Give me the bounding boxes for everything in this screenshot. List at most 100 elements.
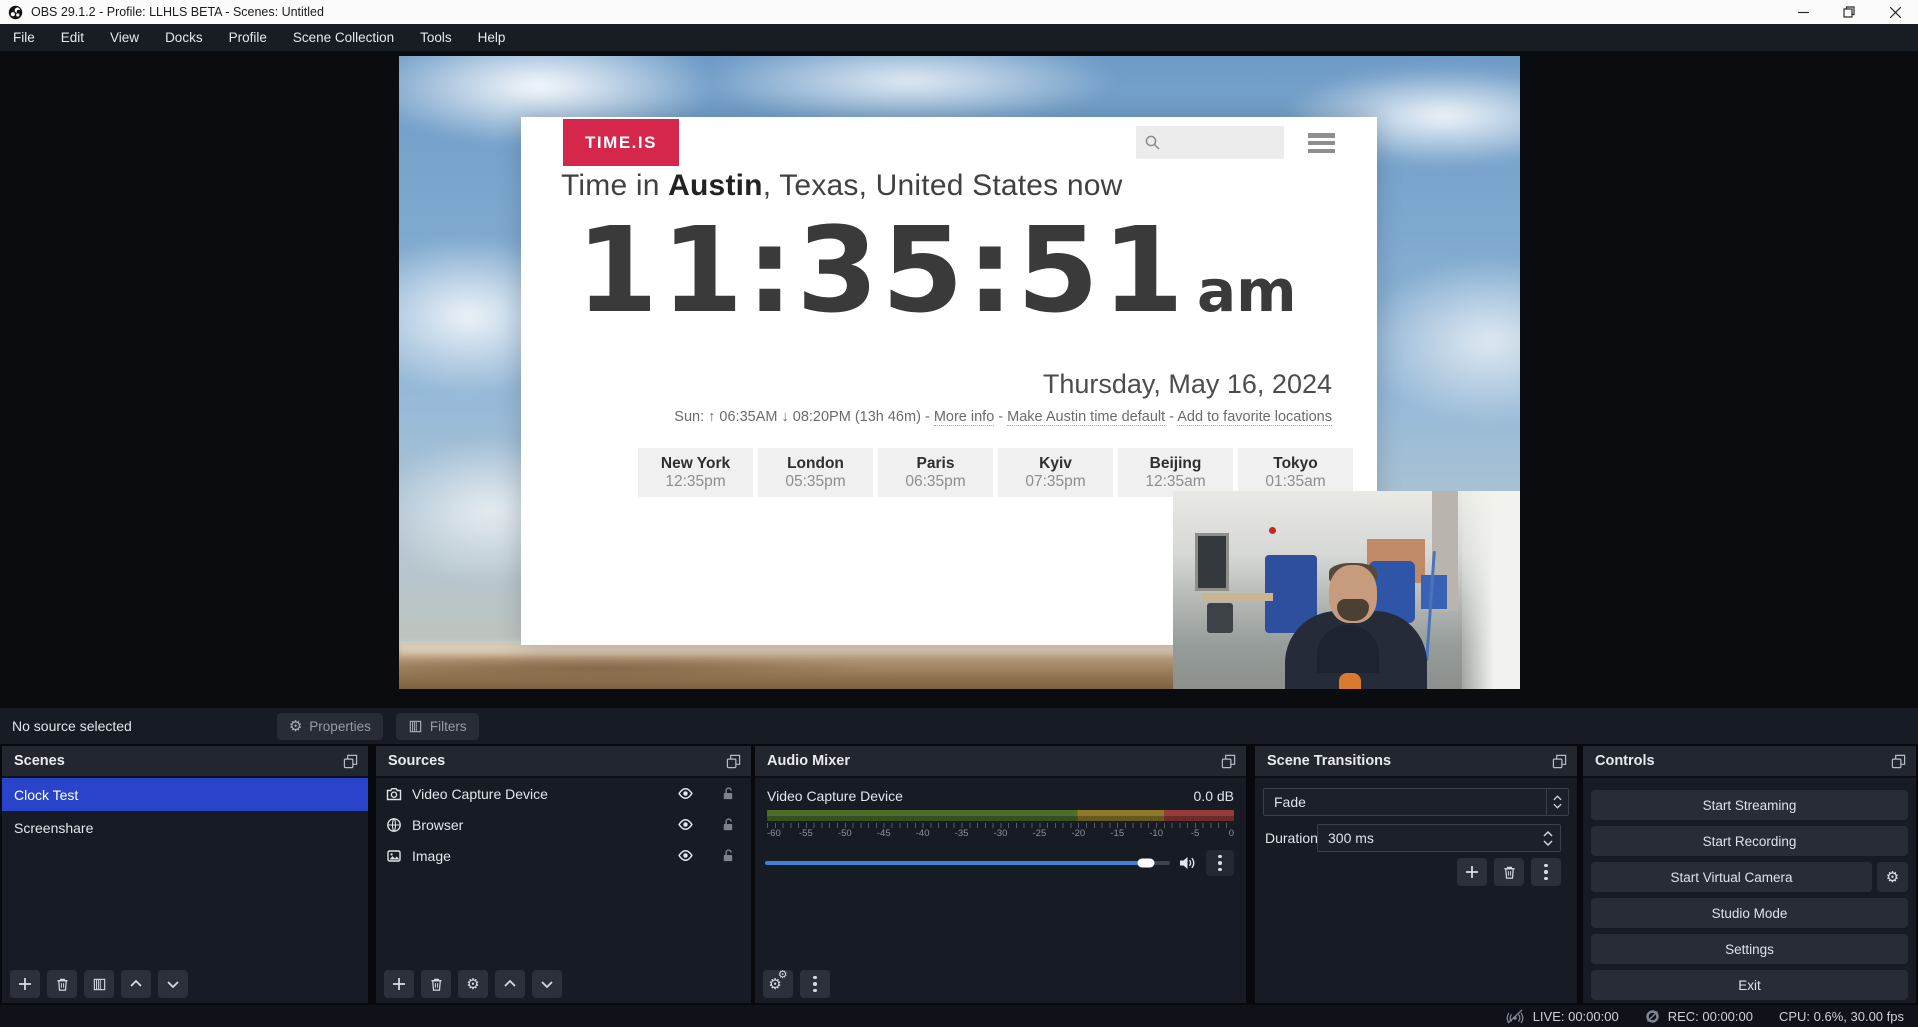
start-streaming-button[interactable]: Start Streaming [1591, 790, 1908, 820]
webcam-person-shirt-logo [1339, 673, 1361, 689]
webcam-decor [1195, 533, 1229, 591]
volume-slider[interactable] [765, 861, 1170, 865]
controls-buttons: Start Streaming Start Recording Start Vi… [1591, 790, 1908, 1000]
popout-icon[interactable] [1891, 754, 1906, 769]
cpu-fps-text: CPU: 0.6%, 30.00 fps [1779, 1009, 1904, 1024]
status-bar: LIVE: 00:00:00 REC: 00:00:00 CPU: 0.6%, … [0, 1005, 1918, 1027]
start-virtual-camera-button[interactable]: Start Virtual Camera [1591, 862, 1872, 892]
start-recording-button[interactable]: Start Recording [1591, 826, 1908, 856]
double-gear-icon: ⚙⚙ [768, 977, 787, 992]
live-time-text: LIVE: 00:00:00 [1533, 1009, 1619, 1024]
speaker-icon[interactable] [1179, 855, 1197, 871]
menu-help[interactable]: Help [465, 24, 519, 51]
cloud-decor [699, 56, 1119, 126]
audio-mixer-header[interactable]: Audio Mixer [755, 746, 1246, 778]
select-spinner-icons[interactable] [1546, 789, 1568, 815]
city-card-kyiv: Kyiv07:35pm [998, 448, 1113, 497]
lock-icon[interactable] [720, 786, 735, 801]
lock-icon[interactable] [720, 848, 735, 863]
obs-window: OBS 29.1.2 - Profile: LLHLS BETA - Scene… [0, 0, 1918, 1027]
source-row-browser[interactable]: Browser [376, 809, 751, 840]
move-source-down-button[interactable] [532, 970, 562, 998]
city-card-paris: Paris06:35pm [878, 448, 993, 497]
lock-icon[interactable] [720, 817, 735, 832]
filters-button[interactable]: Filters [396, 713, 479, 740]
window-controls [1780, 0, 1918, 24]
search-icon [1144, 134, 1161, 151]
controls-header[interactable]: Controls [1583, 746, 1916, 778]
broadcast-off-icon [1505, 1009, 1525, 1024]
source-row-video-capture[interactable]: Video Capture Device [376, 778, 751, 809]
source-row-image[interactable]: Image [376, 840, 751, 871]
move-scene-down-button[interactable] [158, 970, 188, 998]
minimize-button[interactable] [1780, 0, 1826, 24]
source-properties-button[interactable]: ⚙ [458, 970, 488, 998]
webcam-decor [1462, 491, 1520, 689]
exit-button[interactable]: Exit [1591, 970, 1908, 1000]
add-source-button[interactable] [384, 970, 414, 998]
add-scene-button[interactable] [10, 970, 40, 998]
mixer-channel-menu-button[interactable] [1206, 850, 1234, 876]
menu-view[interactable]: View [97, 24, 152, 51]
popout-icon[interactable] [343, 754, 358, 769]
volume-row [765, 850, 1234, 876]
remove-transition-button[interactable] [1494, 858, 1524, 886]
visibility-eye-icon[interactable] [677, 785, 694, 802]
remove-scene-button[interactable] [47, 970, 77, 998]
selection-status-text: No source selected [12, 718, 132, 734]
mixer-menu-button[interactable] [800, 970, 830, 998]
scenes-header[interactable]: Scenes [2, 746, 368, 778]
world-clock-row: New York12:35pm London05:35pm Paris06:35… [638, 448, 1353, 497]
spinbox-arrows[interactable] [1538, 831, 1558, 846]
advanced-audio-button[interactable]: ⚙⚙ [763, 970, 793, 998]
close-button[interactable] [1872, 0, 1918, 24]
add-transition-button[interactable] [1457, 858, 1487, 886]
webcam-person [1277, 565, 1435, 689]
scenes-toolbar [10, 970, 188, 998]
menu-tools[interactable]: Tools [407, 24, 465, 51]
visibility-eye-icon[interactable] [677, 816, 694, 833]
menu-profile[interactable]: Profile [216, 24, 280, 51]
virtual-camera-config-button[interactable]: ⚙ [1877, 862, 1908, 892]
transitions-header[interactable]: Scene Transitions [1255, 746, 1577, 778]
settings-button[interactable]: Settings [1591, 934, 1908, 964]
duration-label: Duration [1265, 830, 1318, 846]
restore-button[interactable] [1826, 0, 1872, 24]
window-title: OBS 29.1.2 - Profile: LLHLS BETA - Scene… [31, 5, 324, 19]
scene-filters-button[interactable] [84, 970, 114, 998]
volume-slider-handle[interactable] [1137, 859, 1154, 868]
menu-file[interactable]: File [0, 24, 48, 51]
transition-select[interactable]: Fade [1263, 788, 1569, 816]
popout-icon[interactable] [726, 754, 741, 769]
sources-header[interactable]: Sources [376, 746, 751, 778]
duration-spinbox[interactable]: 300 ms [1317, 824, 1561, 852]
cloud-decor [1359, 256, 1520, 426]
kebab-menu-icon [1544, 864, 1548, 881]
hamburger-menu-icon [1308, 133, 1335, 153]
properties-button[interactable]: ⚙ Properties [277, 713, 383, 740]
image-icon [386, 848, 402, 864]
scene-item-clock-test[interactable]: Clock Test [2, 778, 368, 811]
popout-icon[interactable] [1552, 754, 1567, 769]
remove-source-button[interactable] [421, 970, 451, 998]
move-scene-up-button[interactable] [121, 970, 151, 998]
city-card-newyork: New York12:35pm [638, 448, 753, 497]
transitions-toolbar [1457, 858, 1561, 886]
date-text: Thursday, May 16, 2024 [1043, 369, 1332, 400]
transition-properties-button[interactable] [1531, 858, 1561, 886]
city-card-london: London05:35pm [758, 448, 873, 497]
popout-icon[interactable] [1221, 754, 1236, 769]
move-source-up-button[interactable] [495, 970, 525, 998]
menu-edit[interactable]: Edit [48, 24, 97, 51]
make-default-link: Make Austin time default [1007, 409, 1165, 426]
gear-icon: ⚙ [466, 977, 479, 992]
scene-item-screenshare[interactable]: Screenshare [2, 811, 368, 844]
visibility-eye-icon[interactable] [677, 847, 694, 864]
page-heading: Time in Austin, Texas, United States now [561, 169, 1123, 203]
program-canvas[interactable]: TIME.IS Time in Austin, Texas, United St… [399, 56, 1520, 689]
volume-slider-fill [765, 861, 1146, 865]
menu-docks[interactable]: Docks [152, 24, 216, 51]
sources-toolbar: ⚙ [384, 970, 562, 998]
studio-mode-button[interactable]: Studio Mode [1591, 898, 1908, 928]
menu-scene-collection[interactable]: Scene Collection [280, 24, 407, 51]
